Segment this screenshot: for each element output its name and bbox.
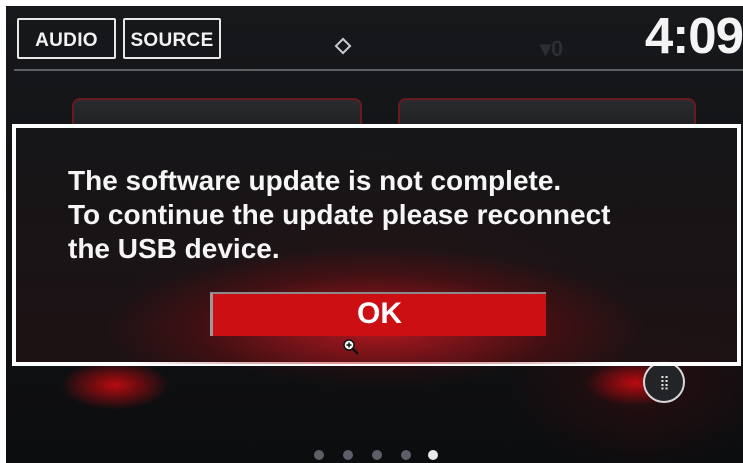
status-bar — [6, 6, 743, 70]
apps-grid-icon[interactable]: ⣿ — [643, 361, 685, 403]
page-dot — [314, 450, 324, 460]
status-divider — [14, 69, 743, 71]
dialog-line-2: To continue the update please reconnect — [68, 199, 611, 230]
update-dialog: The software update is not complete. To … — [12, 124, 741, 366]
dialog-line-3: the USB device. — [68, 233, 280, 264]
source-button[interactable]: SOURCE — [123, 18, 221, 59]
clock: 4:09 — [644, 7, 743, 64]
page-indicator — [308, 446, 448, 462]
zoom-cursor-icon — [343, 339, 359, 355]
dialog-message: The software update is not complete. To … — [68, 164, 708, 266]
page-dot-active — [428, 450, 438, 460]
ok-button[interactable]: OK — [210, 292, 546, 336]
page-dot — [372, 450, 382, 460]
page-dot — [401, 450, 411, 460]
background-glow-left — [60, 360, 170, 410]
head-unit-screen: AUDIO SOURCE ▾0 4:09 ⣿ The software upda… — [0, 0, 743, 463]
dialog-line-1: The software update is not complete. — [68, 165, 562, 196]
audio-button[interactable]: AUDIO — [17, 18, 116, 59]
page-dot — [343, 450, 353, 460]
signal-icon: ▾0 — [540, 36, 564, 61]
